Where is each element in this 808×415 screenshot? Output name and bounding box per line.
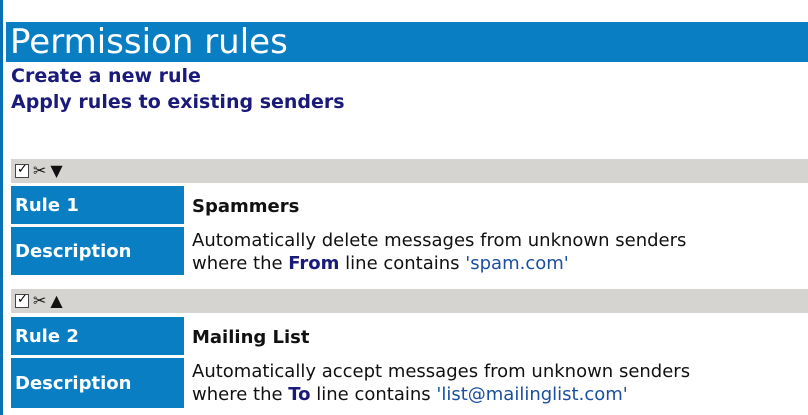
rule-2-description-label: Description — [11, 358, 184, 408]
rule-2-toolbar: ✂ ▲ — [11, 289, 808, 313]
rule-2-label: Rule 2 — [11, 317, 184, 355]
page-title: Permission rules — [6, 22, 808, 62]
apply-rules-link[interactable]: Apply rules to existing senders — [11, 90, 345, 114]
rule-2-contains-text: line contains — [310, 384, 437, 405]
rule-1-label: Rule 1 — [11, 186, 184, 224]
rule-2-description: Automatically accept messages from unkno… — [192, 360, 808, 406]
rule-1-where-text: where the — [192, 253, 289, 274]
rule-2-where-text: where the — [192, 384, 289, 405]
rule-1-value: 'spam.com' — [465, 253, 569, 274]
rule-2-field: To — [288, 384, 311, 405]
arrow-down-icon[interactable]: ▼ — [50, 163, 62, 179]
rule-2-name: Mailing List — [192, 327, 310, 348]
rule-1-name: Spammers — [192, 196, 300, 217]
rule-1-toolbar: ✂ ▼ — [11, 159, 808, 183]
scissors-icon[interactable]: ✂ — [33, 163, 46, 179]
rule-1-checkbox[interactable] — [15, 162, 29, 178]
rule-1-description-label: Description — [11, 227, 184, 275]
rule-1-description: Automatically delete messages from unkno… — [192, 229, 808, 275]
rule-1-contains-text: line contains — [339, 253, 466, 274]
rule-2-desc-line-2: where the To line contains 'list@mailing… — [192, 383, 808, 406]
left-border — [0, 0, 3, 415]
scissors-icon[interactable]: ✂ — [33, 293, 46, 309]
rule-1-desc-line-2: where the From line contains 'spam.com' — [192, 252, 808, 275]
arrow-up-icon[interactable]: ▲ — [50, 293, 62, 309]
create-rule-link[interactable]: Create a new rule — [11, 64, 201, 88]
rule-2-checkbox[interactable] — [15, 292, 29, 308]
rule-1-desc-line-1: Automatically delete messages from unkno… — [192, 230, 687, 251]
rule-2-desc-line-1: Automatically accept messages from unkno… — [192, 361, 691, 382]
rule-1-field: From — [288, 253, 340, 274]
rule-2-value: 'list@mailinglist.com' — [436, 384, 628, 405]
